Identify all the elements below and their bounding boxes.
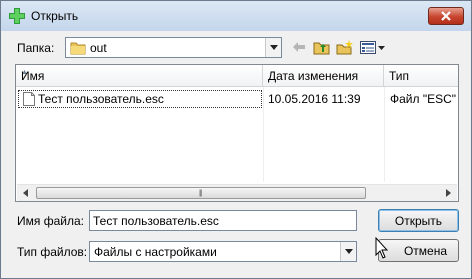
- close-button[interactable]: [428, 7, 464, 25]
- grip-icon: |||: [199, 190, 203, 197]
- column-header-type[interactable]: Тип: [384, 65, 458, 87]
- horizontal-scrollbar[interactable]: |||: [17, 184, 457, 201]
- scroll-left-button[interactable]: [17, 185, 34, 201]
- open-button[interactable]: Открыть: [378, 209, 459, 232]
- file-date: 10.05.2016 11:39: [268, 92, 361, 106]
- filename-value: Тест пользователь.esc: [93, 214, 219, 228]
- folder-icon: [70, 42, 86, 55]
- up-folder-icon: [313, 42, 329, 54]
- filetype-value: Файлы с настройками: [94, 245, 217, 259]
- scrollbar-thumb[interactable]: |||: [36, 187, 366, 199]
- chevron-right-icon: [446, 189, 451, 197]
- filename-label: Имя файла:: [17, 214, 84, 228]
- lookin-value: out: [90, 41, 107, 55]
- close-icon: [441, 11, 451, 21]
- file-list[interactable]: ▲ Имя Дата изменения Тип Тест пользовате…: [15, 64, 459, 202]
- open-file-plus-icon: [9, 8, 25, 24]
- window-title: Открыть: [31, 9, 79, 23]
- filetype-label: Тип файлов:: [17, 245, 88, 259]
- filetype-combo[interactable]: Файлы с настройками: [89, 241, 357, 262]
- column-header-date[interactable]: Дата изменения: [263, 65, 384, 87]
- file-row[interactable]: Тест пользователь.esc 10.05.2016 11:39 Ф…: [18, 90, 456, 108]
- view-menu-icon: [360, 40, 385, 54]
- title-bar[interactable]: Открыть: [1, 1, 471, 31]
- scroll-right-button[interactable]: [440, 185, 457, 201]
- filetype-dropdown-button[interactable]: [340, 242, 356, 261]
- filename-input[interactable]: Тест пользователь.esc: [89, 210, 357, 231]
- file-type: Файл "ESC": [390, 92, 457, 106]
- back-button[interactable]: [290, 39, 308, 55]
- column-header-name[interactable]: ▲ Имя: [16, 65, 263, 87]
- lookin-dropdown-button[interactable]: [265, 38, 281, 57]
- new-folder-button[interactable]: [336, 39, 354, 55]
- mouse-pointer-icon: [375, 237, 389, 259]
- back-arrow-icon: [293, 42, 305, 52]
- new-folder-icon: [336, 39, 353, 54]
- up-folder-button[interactable]: [312, 39, 330, 55]
- open-file-dialog: Открыть Папка: out ▲ Имя Дата изменения …: [0, 0, 472, 279]
- lookin-label: Папка:: [17, 41, 55, 55]
- lookin-combo[interactable]: out: [65, 37, 282, 58]
- file-name: Тест пользователь.esc: [38, 92, 164, 106]
- chevron-down-icon: [269, 45, 278, 50]
- view-menu-button[interactable]: [359, 39, 387, 55]
- chevron-left-icon: [23, 189, 28, 197]
- file-icon: [23, 92, 35, 106]
- chevron-down-icon: [344, 249, 353, 254]
